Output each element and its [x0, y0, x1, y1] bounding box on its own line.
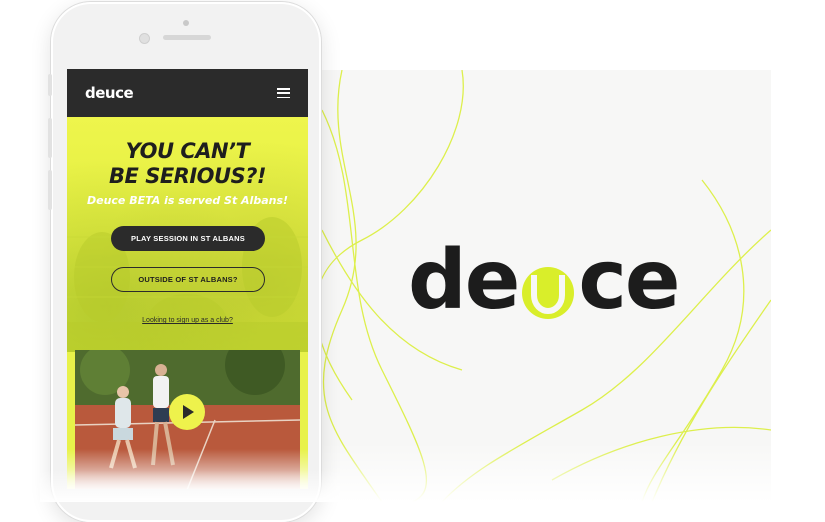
phone-speaker	[163, 35, 211, 40]
brand-logo: de ce	[408, 233, 681, 328]
hamburger-menu-icon[interactable]	[277, 88, 290, 98]
phone-mockup: deuce YOU CAN’T BE SERIOUS?! Deuce BETA …	[48, 2, 321, 522]
phone-side-button	[48, 74, 52, 96]
hero-section: YOU CAN’T BE SERIOUS?! Deuce BETA is ser…	[67, 117, 308, 352]
brand-panel: de ce	[322, 70, 771, 502]
nav-logo[interactable]: deuce	[85, 84, 134, 102]
phone-side-button	[48, 118, 52, 158]
play-icon[interactable]	[169, 394, 205, 430]
club-signup-link[interactable]: Looking to sign up as a club?	[67, 317, 308, 324]
play-session-button[interactable]: PLAY SESSION IN ST ALBANS	[111, 226, 265, 251]
phone-side-button	[48, 170, 52, 210]
navbar: deuce	[67, 69, 308, 117]
phone-screen: deuce YOU CAN’T BE SERIOUS?! Deuce BETA …	[67, 69, 308, 489]
hero-subtitle: Deuce BETA is served St Albans!	[86, 194, 289, 207]
hero-title-line1: YOU CAN’T	[125, 139, 250, 163]
outside-area-button[interactable]: OUTSIDE OF ST ALBANS?	[111, 267, 265, 292]
panel-fade	[322, 442, 771, 502]
phone-fade	[40, 470, 340, 502]
brand-logo-ce: ce	[578, 233, 680, 328]
phone-sensor	[183, 20, 189, 26]
hero-title-line2: BE SERIOUS?!	[109, 164, 266, 188]
phone-camera	[139, 33, 150, 44]
brand-logo-de: de	[408, 233, 520, 328]
hero-title: YOU CAN’T BE SERIOUS?!	[67, 139, 308, 189]
tennis-ball-u-icon	[521, 257, 575, 321]
